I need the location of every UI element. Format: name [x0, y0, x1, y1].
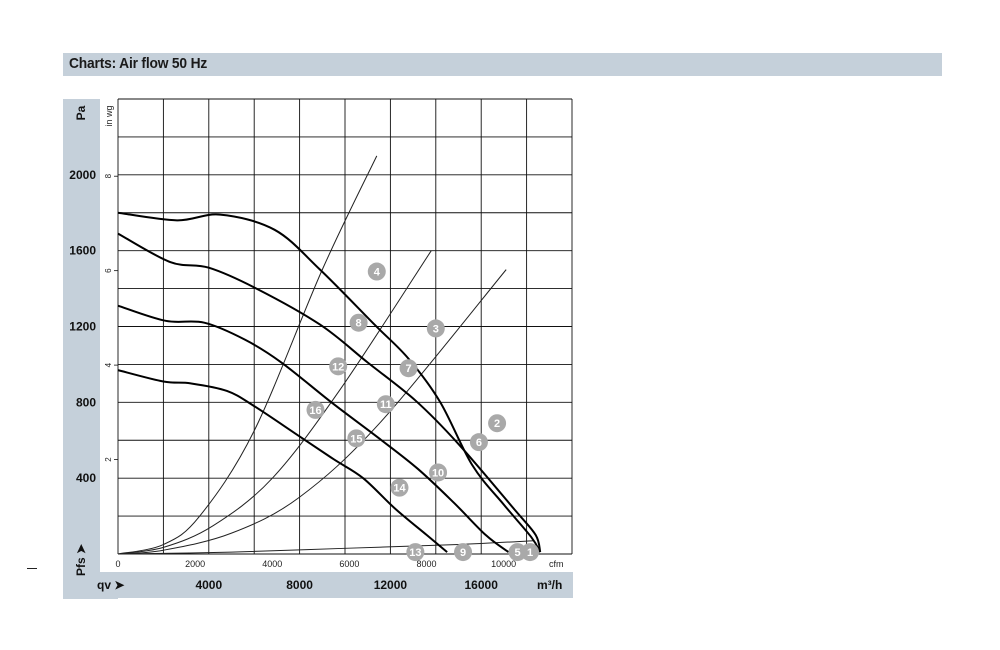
- cfm-tick-label: 6000: [339, 559, 359, 569]
- m3h-tick-label: 16000: [465, 578, 499, 592]
- x-axis-label-m3h: m³/h: [537, 578, 562, 592]
- operating-line-1: [117, 155, 378, 555]
- inwg-tick-label: 4: [104, 362, 113, 367]
- m3h-tick-label: 12000: [374, 578, 408, 592]
- operating-point-label: 2: [494, 418, 500, 430]
- inwg-tick-label: 6: [104, 268, 113, 273]
- x-axis-label-cfm: cfm: [549, 559, 564, 569]
- air-flow-chart: 400 800 1200 1600 2000 Pa 2 4 6 8 in wg Pfs ➤ 0 2000 4…: [63, 98, 573, 599]
- inwg-tick-label: 2: [104, 457, 113, 462]
- y-axis-label-pa: Pa: [74, 105, 88, 120]
- m3h-tick-label: 4000: [195, 578, 222, 592]
- operating-point-label: 4: [374, 267, 381, 279]
- operating-point-label: 16: [309, 405, 321, 417]
- operating-point-label: 5: [514, 547, 520, 559]
- operating-point-label: 3: [433, 323, 439, 335]
- operating-point-label: 12: [332, 361, 344, 373]
- operating-point-label: 9: [460, 547, 466, 559]
- operating-point-label: 11: [380, 399, 392, 411]
- cfm-tick-label: 8000: [417, 559, 437, 569]
- pa-tick-label: 800: [76, 395, 96, 409]
- operating-point-label: 14: [393, 483, 406, 495]
- x-axis-side-label: qv ➤: [97, 578, 125, 592]
- operating-point-label: 1: [527, 547, 533, 559]
- inwg-tick-label: 8: [104, 173, 113, 178]
- fan-curve-3: [117, 304, 510, 553]
- operating-point-label: 7: [405, 363, 411, 375]
- cfm-tick-label: 2000: [185, 559, 205, 569]
- operating-point-label: 8: [356, 318, 362, 330]
- operating-point-label: 10: [432, 467, 444, 479]
- cfm-tick-label: 4000: [262, 559, 282, 569]
- inwg-axis-strip: [100, 99, 118, 572]
- operating-point-label: 15: [350, 433, 362, 445]
- y-axis-label-inwg: in wg: [104, 105, 114, 126]
- operating-point-label: 13: [409, 547, 421, 559]
- fan-curve-4: [117, 369, 448, 553]
- cfm-tick-label: 10000: [491, 559, 516, 569]
- pa-tick-label: 1200: [69, 320, 96, 334]
- cfm-tick-label: 0: [115, 559, 120, 569]
- fan-curve-2: [117, 232, 542, 553]
- pa-tick-label: 400: [76, 471, 96, 485]
- y-axis-side-label: Pfs ➤: [74, 543, 88, 576]
- pa-tick-label: 2000: [69, 168, 96, 182]
- m3h-tick-label: 8000: [286, 578, 313, 592]
- operating-point-label: 6: [476, 437, 482, 449]
- pa-tick-label: 1600: [69, 244, 96, 258]
